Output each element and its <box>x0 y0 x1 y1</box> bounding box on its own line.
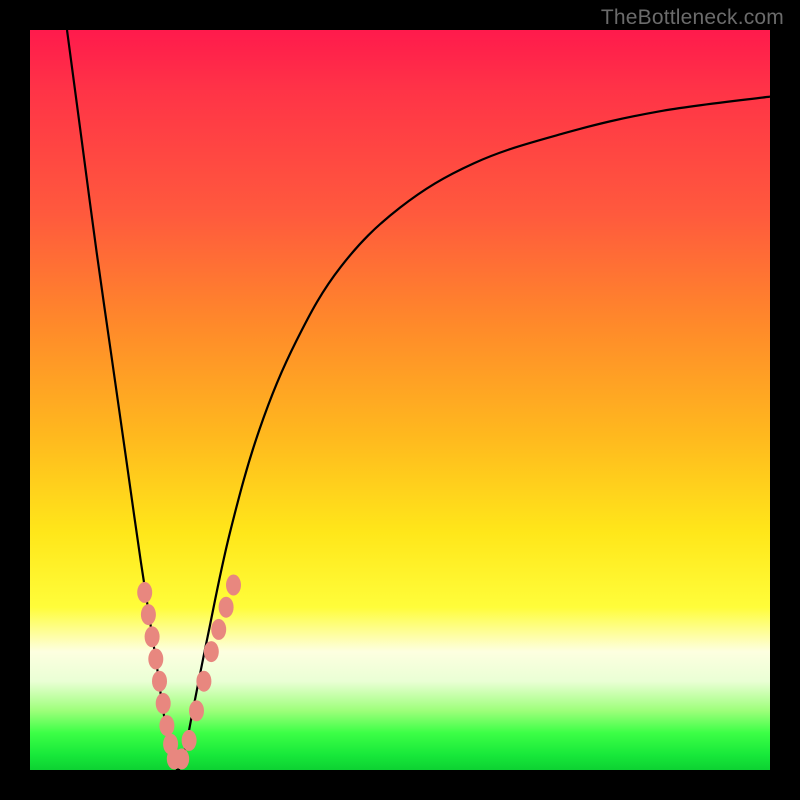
bottleneck-curve <box>67 30 770 770</box>
bead-marker <box>152 671 167 692</box>
bead-marker <box>156 693 171 714</box>
bead-marker <box>189 700 204 721</box>
bead-marker <box>141 604 156 625</box>
bead-marker <box>219 597 234 618</box>
bead-marker <box>159 715 174 736</box>
bead-marker <box>211 619 226 640</box>
bead-marker <box>226 575 241 596</box>
bead-marker <box>145 626 160 647</box>
bead-marker <box>148 649 163 670</box>
curve-svg <box>30 30 770 770</box>
bead-marker <box>137 582 152 603</box>
watermark-text: TheBottleneck.com <box>601 6 784 30</box>
bead-marker <box>204 641 219 662</box>
outer-frame: TheBottleneck.com <box>0 0 800 800</box>
bead-marker <box>182 730 197 751</box>
bead-marker <box>196 671 211 692</box>
beads-group <box>137 575 241 770</box>
bead-marker <box>174 748 189 769</box>
plot-area <box>30 30 770 770</box>
